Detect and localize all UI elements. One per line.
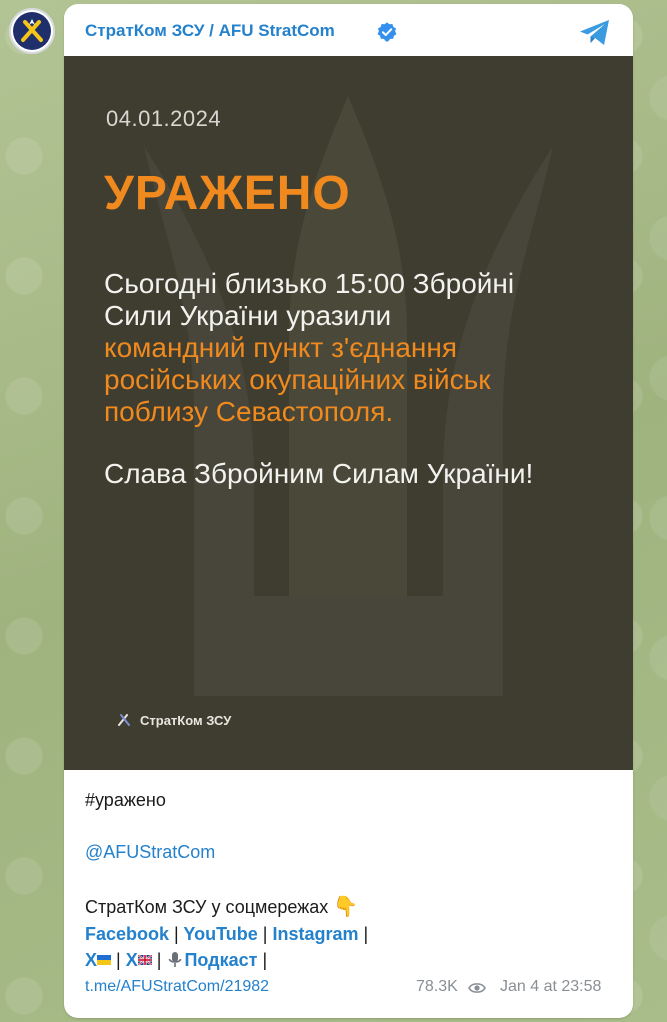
post-time: Jan 4 at 23:58	[500, 978, 602, 995]
post-slogan: Слава Збройним Силам України!	[104, 458, 534, 489]
x-en-link[interactable]: X	[126, 950, 152, 970]
post-image[interactable]: 04.01.2024 УРАЖЕНО Сьогодні близько 15:0…	[64, 56, 633, 770]
post-headline: УРАЖЕНО	[104, 167, 351, 220]
channel-mention-link[interactable]: @AFUStratCom	[85, 842, 215, 863]
social-links-row: X | X | Подкаст |	[85, 950, 267, 971]
message-card: СтратКом ЗСУ / AFU StratCom 04.01.2024 У…	[64, 4, 633, 1018]
body-line: Сили України уразили	[104, 300, 392, 331]
post-body: Сьогодні близько 15:00 Збройні Сили Укра…	[104, 268, 624, 428]
separator: |	[363, 924, 369, 944]
x-ua-label: X	[85, 950, 98, 970]
facebook-link[interactable]: Facebook	[85, 924, 169, 944]
separator: |	[262, 950, 268, 970]
socials-title: СтратКом ЗСУ у соцмережах 👇	[85, 894, 358, 919]
afu-stratcom-emblem-icon	[13, 12, 51, 50]
x-ua-link[interactable]: X	[85, 950, 112, 970]
socials-title-text: СтратКом ЗСУ у соцмережах	[85, 897, 329, 917]
youtube-link[interactable]: YouTube	[183, 924, 257, 944]
telegram-icon[interactable]	[578, 18, 612, 48]
logo-text: СтратКом ЗСУ	[140, 712, 232, 728]
message-footer: t.me/AFUStratCom/21982 78.3K Jan 4 at 23…	[85, 978, 612, 1002]
body-line: Сьогодні близько 15:00 Збройні	[104, 268, 515, 299]
separator: |	[116, 950, 121, 970]
stratcom-logo: СтратКом ЗСУ	[116, 712, 231, 728]
podcast-label: Подкаст	[184, 950, 258, 970]
body-highlight: російських окупаційних військ	[104, 364, 491, 395]
post-date: 04.01.2024	[106, 106, 222, 131]
social-links-row: Facebook | YouTube | Instagram |	[85, 924, 368, 945]
channel-avatar[interactable]	[9, 8, 55, 54]
ukraine-flag-icon	[97, 955, 112, 965]
uk-flag-icon	[137, 955, 152, 965]
channel-name[interactable]: СтратКом ЗСУ / AFU StratCom	[85, 21, 335, 41]
hashtag[interactable]: #уражено	[85, 790, 166, 811]
post-permalink[interactable]: t.me/AFUStratCom/21982	[85, 978, 269, 996]
separator: |	[174, 924, 179, 944]
stratcom-emblem-icon	[118, 714, 130, 726]
eye-icon	[468, 983, 486, 993]
view-count: 78.3K	[416, 978, 458, 995]
separator: |	[156, 950, 162, 970]
microphone-icon	[169, 952, 182, 967]
separator: |	[262, 924, 268, 944]
body-highlight: командний пункт з'єднання	[104, 332, 458, 363]
pointing-down-icon: 👇	[333, 896, 359, 918]
instagram-link[interactable]: Instagram	[272, 924, 358, 944]
podcast-link[interactable]: Подкаст	[166, 950, 257, 970]
x-en-label: X	[125, 950, 138, 970]
verified-badge-icon	[377, 22, 397, 42]
body-highlight: поблизу Севастополя.	[104, 396, 394, 427]
message-header: СтратКом ЗСУ / AFU StratCom	[64, 4, 633, 56]
